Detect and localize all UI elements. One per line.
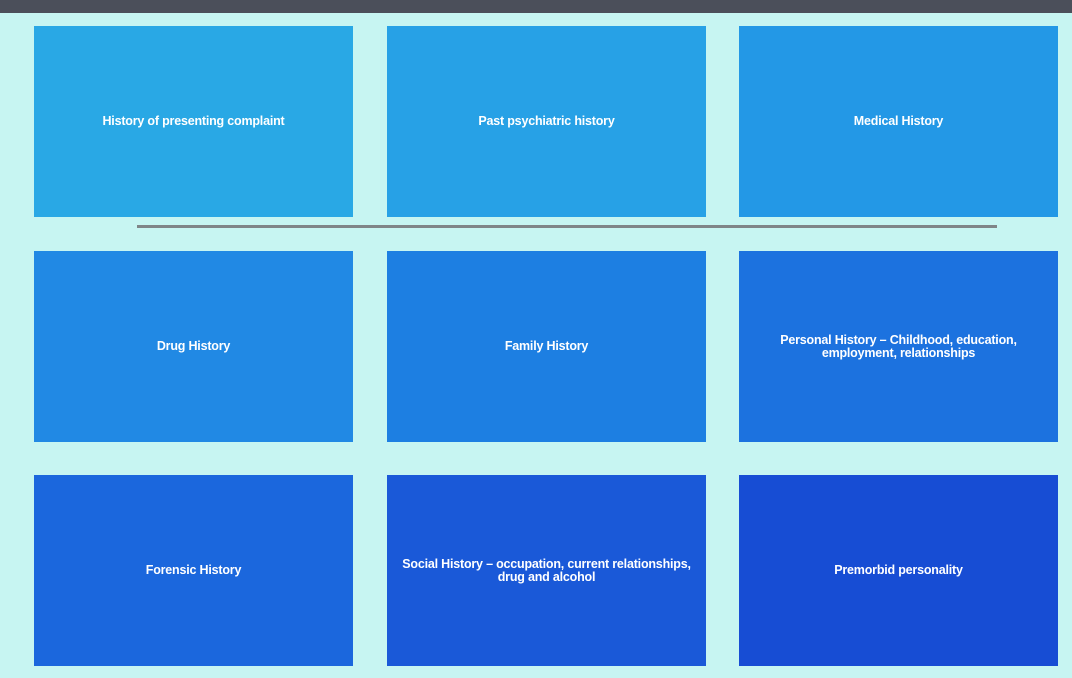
slide-canvas: aki History of presenting complaint Past…	[0, 0, 1072, 678]
tile-label: Premorbid personality	[834, 563, 963, 577]
tile-past-psychiatric-history[interactable]: Past psychiatric history	[387, 26, 706, 217]
tile-premorbid-personality[interactable]: Premorbid personality	[739, 475, 1058, 666]
tile-label: Drug History	[156, 339, 231, 353]
tile-drug-history[interactable]: Drug History	[34, 251, 353, 442]
tile-label: Medical History	[853, 114, 944, 128]
tile-history-of-presenting-complaint[interactable]: History of presenting complaint	[34, 26, 353, 217]
tile-personal-history[interactable]: Personal History – Childhood, education,…	[739, 251, 1058, 442]
tile-label: Family History	[504, 339, 589, 353]
tile-label: Forensic History	[145, 563, 242, 577]
tile-forensic-history[interactable]: Forensic History	[34, 475, 353, 666]
tile-label: Social History – occupation, current rel…	[402, 556, 691, 584]
tile-social-history[interactable]: Social History – occupation, current rel…	[387, 475, 706, 666]
tile-label: Past psychiatric history	[478, 114, 615, 128]
title-divider	[137, 225, 997, 228]
tile-label: History of presenting complaint	[102, 114, 285, 128]
tile-family-history[interactable]: Family History	[387, 251, 706, 442]
tile-label: Personal History – Childhood, education,…	[780, 332, 1017, 360]
tile-medical-history[interactable]: Medical History	[739, 26, 1058, 217]
